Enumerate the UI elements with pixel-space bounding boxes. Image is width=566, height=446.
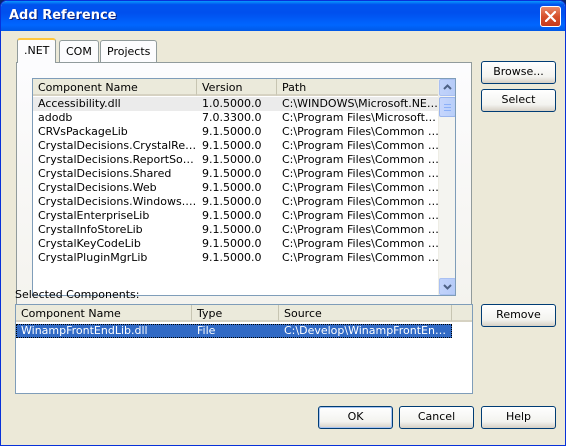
component-row[interactable]: CrystalEnterpriseLib 9.1.5000.0 C:\Program…	[33, 209, 439, 223]
component-row[interactable]: adodb 7.0.3300.0 C:\Program Files\Microsof…	[33, 111, 439, 125]
component-row[interactable]: CRVsPackageLib 9.1.5000.0 C:\Program Files…	[33, 125, 439, 139]
component-row[interactable]: CrystalPluginMgrLib 9.1.5000.0 C:\Program …	[33, 251, 439, 265]
component-path-cell: C:\Program Files\Microsoft.N...	[282, 111, 439, 124]
component-row[interactable]: CrystalDecisions.CrystalRepo... 9.1.5000.…	[33, 139, 439, 153]
browse-button[interactable]: Browse...	[481, 61, 556, 84]
component-path-cell: C:\Program Files\Common Fil...	[282, 223, 439, 236]
component-row[interactable]: Accessibility.dll 1.0.5000.0 C:\WINDOWS\Mi…	[33, 97, 439, 111]
window-title: Add Reference	[9, 8, 117, 23]
component-path-cell: C:\Program Files\Common Fil...	[282, 209, 439, 222]
component-path-cell: C:\Program Files\Common Fil...	[282, 237, 439, 250]
component-name-cell: adodb	[38, 111, 73, 124]
tab-net[interactable]: .NET	[17, 38, 57, 63]
component-path-cell: C:\Program Files\Common Fil...	[282, 153, 439, 166]
component-name-cell: CrystalDecisions.CrystalRepo...	[38, 139, 197, 152]
tab-com-label: COM	[66, 45, 92, 58]
help-button[interactable]: Help	[481, 406, 556, 429]
tab-projects-label: Projects	[107, 45, 151, 58]
component-name-cell: CrystalDecisions.Shared	[38, 167, 172, 180]
column-header-path[interactable]: Path	[277, 79, 439, 96]
close-button[interactable]	[540, 6, 561, 27]
select-button[interactable]: Select	[481, 89, 556, 112]
component-path-cell: C:\Program Files\Common Fil...	[282, 181, 439, 194]
component-name-cell: CrystalDecisions.ReportSource	[38, 153, 197, 166]
component-path-cell: C:\Program Files\Common Fil...	[282, 167, 439, 180]
close-icon	[545, 11, 556, 22]
selected-component-row[interactable]: WinampFrontEndLib.dll File C:\Develop\Wina…	[16, 324, 452, 338]
tab-net-label: .NET	[24, 44, 50, 57]
tab-panel-net: Component Name Version Path Accessibilit…	[16, 62, 472, 307]
arrow-up-icon	[443, 84, 452, 90]
component-path-cell: C:\Program Files\Common Fil...	[282, 139, 439, 152]
column-header-source[interactable]: Source	[279, 305, 452, 322]
column-header-type[interactable]: Type	[192, 305, 279, 322]
tab-projects[interactable]: Projects	[100, 40, 158, 62]
component-name-cell: CrystalEnterpriseLib	[38, 209, 150, 222]
component-version-cell: 9.1.5000.0	[202, 153, 262, 166]
component-version-cell: 1.0.5000.0	[202, 97, 262, 110]
column-header-component-name[interactable]: Component Name	[33, 79, 197, 96]
selected-list-rows: WinampFrontEndLib.dll File C:\Develop\Wina…	[16, 323, 452, 338]
component-list[interactable]: Component Name Version Path Accessibilit…	[32, 78, 456, 296]
add-reference-dialog: Add Reference .NET COM Projects Componen…	[0, 0, 566, 446]
component-name-cell: CRVsPackageLib	[38, 125, 128, 138]
component-list-scrollbar[interactable]	[438, 79, 455, 295]
component-version-cell: 9.1.5000.0	[202, 195, 262, 208]
component-name-cell: CrystalPluginMgrLib	[38, 251, 148, 264]
column-header-version[interactable]: Version	[197, 79, 277, 96]
component-name-cell: CrystalDecisions.Web	[38, 181, 157, 194]
selected-source-cell: C:\Develop\WinampFrontEndSo...	[284, 324, 452, 337]
component-version-cell: 9.1.5000.0	[202, 209, 262, 222]
component-list-rows: Accessibility.dll 1.0.5000.0 C:\WINDOWS\Mi…	[33, 97, 439, 265]
scroll-up-button[interactable]	[439, 79, 455, 96]
component-version-cell: 9.1.5000.0	[202, 139, 262, 152]
component-row[interactable]: CrystalDecisions.Shared 9.1.5000.0 C:\Prog…	[33, 167, 439, 181]
selected-type-cell: File	[197, 324, 216, 337]
component-row[interactable]: CrystalKeyCodeLib 9.1.5000.0 C:\Program Fi…	[33, 237, 439, 251]
tab-com[interactable]: COM	[59, 40, 99, 62]
component-path-cell: C:\WINDOWS\Microsoft.NET...	[282, 97, 439, 110]
column-header-selected-name[interactable]: Component Name	[16, 305, 192, 322]
title-bar[interactable]: Add Reference	[1, 1, 565, 31]
component-path-cell: C:\Program Files\Common Fil...	[282, 125, 439, 138]
component-name-cell: CrystalInfoStoreLib	[38, 223, 143, 236]
ok-button[interactable]: OK	[318, 406, 393, 429]
column-header-filler	[452, 305, 472, 322]
selected-list-header: Component Name Type Source	[16, 305, 472, 322]
component-path-cell: C:\Program Files\Common Fil...	[282, 195, 439, 208]
component-path-cell: C:\Program Files\Common Fil...	[282, 251, 439, 264]
component-row[interactable]: CrystalInfoStoreLib 9.1.5000.0 C:\Program …	[33, 223, 439, 237]
component-list-header: Component Name Version Path	[33, 79, 439, 96]
scroll-down-button[interactable]	[439, 278, 455, 295]
selected-components-list[interactable]: Component Name Type Source WinampFrontEn…	[15, 304, 473, 394]
component-version-cell: 7.0.3300.0	[202, 111, 262, 124]
component-version-cell: 9.1.5000.0	[202, 181, 262, 194]
cancel-button[interactable]: Cancel	[399, 406, 474, 429]
component-version-cell: 9.1.5000.0	[202, 237, 262, 250]
remove-button[interactable]: Remove	[481, 304, 556, 327]
component-name-cell: CrystalDecisions.Windows.Fo...	[38, 195, 197, 208]
component-name-cell: Accessibility.dll	[38, 97, 121, 110]
selected-name-cell: WinampFrontEndLib.dll	[21, 324, 148, 337]
scrollbar-thumb[interactable]	[439, 97, 455, 117]
component-row[interactable]: CrystalDecisions.Web 9.1.5000.0 C:\Program…	[33, 181, 439, 195]
selected-components-label: Selected Components:	[15, 288, 140, 301]
arrow-down-icon	[443, 284, 452, 290]
component-name-cell: CrystalKeyCodeLib	[38, 237, 141, 250]
component-row[interactable]: CrystalDecisions.Windows.Fo... 9.1.5000.0…	[33, 195, 439, 209]
component-version-cell: 9.1.5000.0	[202, 223, 262, 236]
dialog-client: .NET COM Projects Component Name Version…	[4, 31, 562, 443]
component-version-cell: 9.1.5000.0	[202, 167, 262, 180]
component-version-cell: 9.1.5000.0	[202, 251, 262, 264]
component-row[interactable]: CrystalDecisions.ReportSource 9.1.5000.0 C…	[33, 153, 439, 167]
component-version-cell: 9.1.5000.0	[202, 125, 262, 138]
